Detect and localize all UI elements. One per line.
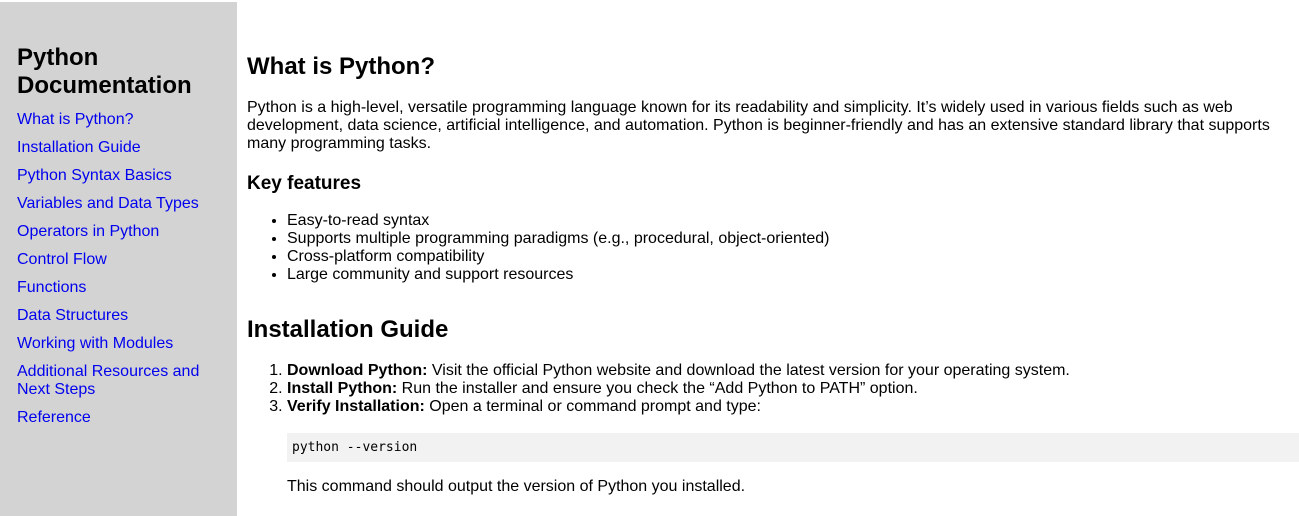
installation-step: Verify Installation: Open a terminal or … <box>287 398 1070 416</box>
nav-link-reference[interactable]: Reference <box>17 409 91 426</box>
feature-item: Supports multiple programming paradigms … <box>287 230 829 248</box>
nav-link-modules[interactable]: Working with Modules <box>17 335 173 352</box>
feature-item: Cross-platform compatibility <box>287 248 829 266</box>
step-text: Visit the official Python website and do… <box>427 362 1070 379</box>
sidebar-item-installation-guide: Installation Guide <box>17 139 227 157</box>
nav-link-data-structures[interactable]: Data Structures <box>17 307 128 324</box>
sidebar-item-functions: Functions <box>17 279 227 297</box>
command-code-block: python --version <box>287 433 1299 462</box>
command-output-note: This command should output the version o… <box>287 478 746 495</box>
nav-link-what-is-python[interactable]: What is Python? <box>17 111 134 128</box>
sidebar-item-operators: Operators in Python <box>17 223 227 241</box>
sidebar-item-variables: Variables and Data Types <box>17 195 227 213</box>
sidebar-item-what-is-python: What is Python? <box>17 111 227 129</box>
nav-link-variables[interactable]: Variables and Data Types <box>17 195 199 212</box>
feature-item: Easy-to-read syntax <box>287 212 829 230</box>
page: Python Documentation What is Python? Ins… <box>0 0 1299 516</box>
sidebar-nav: What is Python? Installation Guide Pytho… <box>17 111 227 427</box>
sidebar-title: Python Documentation <box>17 44 192 99</box>
step-label: Download Python: <box>287 362 428 379</box>
nav-link-syntax-basics[interactable]: Python Syntax Basics <box>17 167 172 184</box>
nav-link-operators[interactable]: Operators in Python <box>17 223 159 240</box>
nav-link-additional-resources[interactable]: Additional Resources and Next Steps <box>17 363 199 398</box>
sidebar-item-additional-resources: Additional Resources and Next Steps <box>17 363 227 399</box>
step-label: Verify Installation: <box>287 398 425 415</box>
installation-step: Download Python: Visit the official Pyth… <box>287 362 1070 380</box>
nav-link-functions[interactable]: Functions <box>17 279 86 296</box>
step-text: Run the installer and ensure you check t… <box>397 380 918 397</box>
nav-link-control-flow[interactable]: Control Flow <box>17 251 107 268</box>
version-command: python --version <box>292 440 418 455</box>
step-label: Install Python: <box>287 380 398 397</box>
sidebar-item-syntax-basics: Python Syntax Basics <box>17 167 227 185</box>
sidebar-item-modules: Working with Modules <box>17 335 227 353</box>
step-text: Open a terminal or command prompt and ty… <box>424 398 761 415</box>
main-content: What is Python? Python is a high-level, … <box>247 0 1299 516</box>
python-description: Python is a high-level, versatile progra… <box>247 99 1270 152</box>
installation-guide-heading: Installation Guide <box>247 316 449 343</box>
sidebar-item-data-structures: Data Structures <box>17 307 227 325</box>
installation-steps: Download Python: Visit the official Pyth… <box>287 362 1070 416</box>
sidebar: Python Documentation What is Python? Ins… <box>0 2 237 516</box>
key-features-list: Easy-to-read syntax Supports multiple pr… <box>287 212 829 284</box>
nav-link-installation-guide[interactable]: Installation Guide <box>17 139 141 156</box>
sidebar-item-reference: Reference <box>17 409 227 427</box>
feature-item: Large community and support resources <box>287 266 829 284</box>
sidebar-item-control-flow: Control Flow <box>17 251 227 269</box>
what-is-python-heading: What is Python? <box>247 53 435 80</box>
key-features-heading: Key features <box>247 173 362 194</box>
installation-step: Install Python: Run the installer and en… <box>287 380 1070 398</box>
